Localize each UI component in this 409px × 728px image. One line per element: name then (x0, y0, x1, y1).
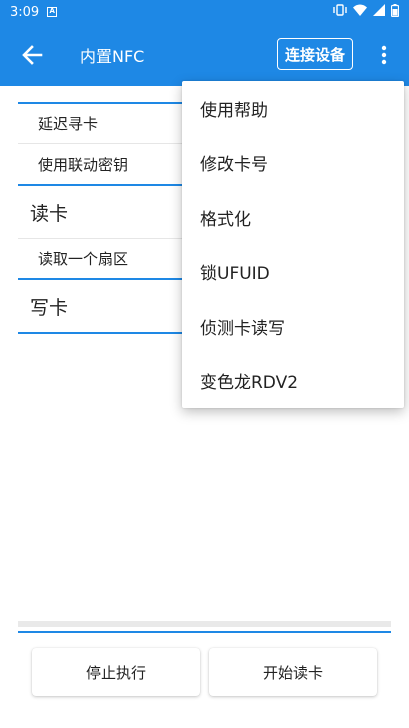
page-title: 内置NFC (80, 47, 145, 66)
battery-icon (390, 3, 400, 21)
menu-item-lock-ufuid[interactable]: 锁UFUID (182, 245, 404, 300)
bottom-accent-line (18, 631, 391, 633)
back-button[interactable] (4, 27, 60, 83)
status-bar: 3:09 A (0, 0, 409, 24)
menu-item-help[interactable]: 使用帮助 (182, 81, 404, 136)
wifi-icon (353, 4, 367, 20)
arrow-left-icon (22, 45, 43, 65)
app-bar: 内置NFC 连接设备 (0, 24, 409, 86)
menu-item-format[interactable]: 格式化 (182, 190, 404, 245)
menu-item-sniff-rw[interactable]: 侦测卡读写 (182, 299, 404, 354)
signal-icon (373, 4, 385, 20)
vibrate-icon (333, 4, 347, 20)
a-notification-icon: A (47, 7, 58, 17)
menu-item-chameleon[interactable]: 变色龙RDV2 (182, 354, 404, 409)
menu-item-change-card-id[interactable]: 修改卡号 (182, 136, 404, 191)
overflow-menu: 使用帮助 修改卡号 格式化 锁UFUID 侦测卡读写 变色龙RDV2 (182, 81, 404, 408)
start-read-button[interactable]: 开始读卡 (209, 648, 377, 696)
more-options-button[interactable] (372, 40, 396, 70)
bottom-divider (18, 621, 391, 627)
more-vert-icon (381, 45, 387, 65)
stop-button[interactable]: 停止执行 (32, 648, 200, 696)
connect-device-button[interactable]: 连接设备 (277, 38, 353, 70)
status-icons (333, 3, 400, 21)
status-time: 3:09 (10, 4, 40, 20)
